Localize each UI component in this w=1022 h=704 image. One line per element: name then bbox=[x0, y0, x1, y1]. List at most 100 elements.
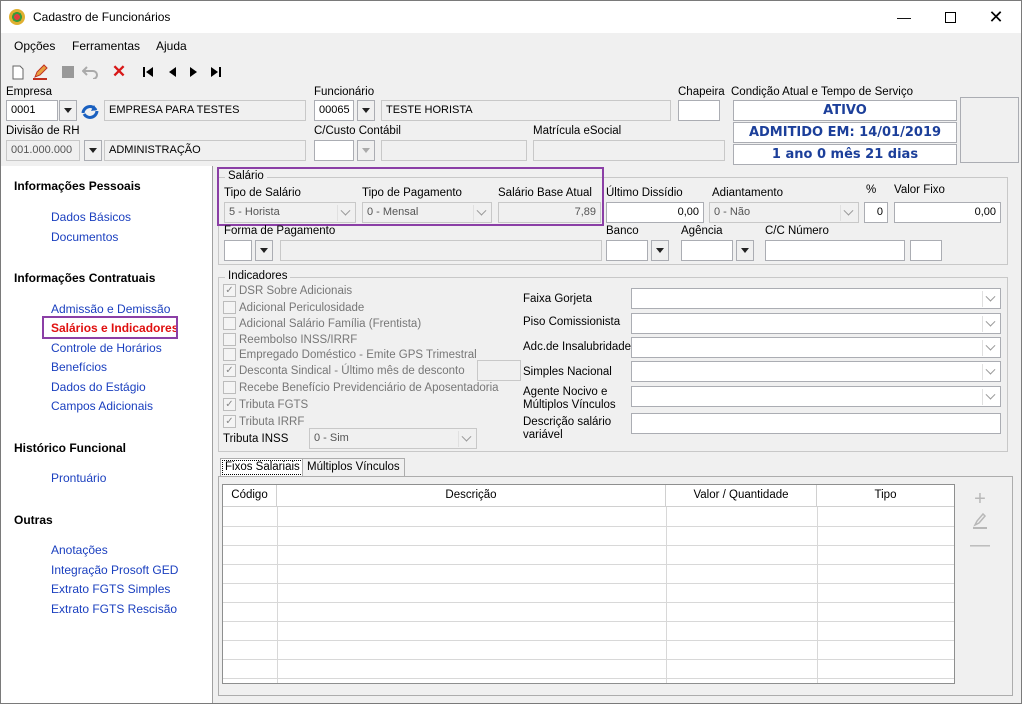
col-valor-quantidade[interactable]: Valor / Quantidade bbox=[666, 485, 817, 507]
cc-numero-field[interactable] bbox=[765, 240, 905, 261]
divisao-code-field[interactable]: 001.000.000 bbox=[6, 140, 80, 161]
checkbox-icon[interactable] bbox=[223, 333, 236, 346]
col-descricao[interactable]: Descrição bbox=[277, 485, 666, 507]
cc-digito-field[interactable] bbox=[910, 240, 942, 261]
refresh-icon[interactable] bbox=[79, 101, 101, 121]
indicador-check-0[interactable]: ✓ DSR Sobre Adicionais bbox=[223, 284, 352, 297]
indicador-check-7[interactable]: ✓ Tributa FGTS bbox=[223, 398, 308, 411]
indicador-check-2[interactable]: Adicional Salário Família (Frentista) bbox=[223, 317, 421, 330]
indicador-label: Reembolso INSS/IRRF bbox=[239, 333, 358, 346]
matricula-field bbox=[533, 140, 725, 161]
maximize-icon[interactable] bbox=[927, 1, 973, 33]
menu-bar: Opções Ferramentas Ajuda bbox=[0, 33, 1022, 59]
tipo-salario-select[interactable]: 5 - Horista bbox=[224, 202, 356, 223]
minimize-icon[interactable]: — bbox=[881, 1, 927, 33]
add-icon[interactable]: + bbox=[970, 488, 990, 511]
col-codigo[interactable]: Código bbox=[223, 485, 277, 507]
percent-field[interactable]: 0 bbox=[864, 202, 888, 223]
nav-beneficios[interactable]: Benefícios bbox=[51, 360, 107, 374]
menu-ajuda[interactable]: Ajuda bbox=[156, 39, 187, 53]
forma-pagamento-field[interactable] bbox=[224, 240, 252, 261]
piso-comissionista-select[interactable] bbox=[631, 313, 1001, 334]
remove-icon[interactable]: — bbox=[970, 534, 990, 557]
edit-icon[interactable] bbox=[31, 63, 49, 81]
descricao-variavel-field[interactable] bbox=[631, 413, 1001, 434]
empresa-dropdown[interactable] bbox=[59, 100, 77, 121]
indicador-check-3[interactable]: Reembolso INSS/IRRF bbox=[223, 333, 357, 346]
undo-icon[interactable] bbox=[81, 63, 99, 81]
nav-admissao-demissao[interactable]: Admissão e Demissão bbox=[51, 302, 170, 316]
nav-extrato-fgts-rescisao[interactable]: Extrato FGTS Rescisão bbox=[51, 602, 177, 616]
empresa-name-field: EMPRESA PARA TESTES bbox=[104, 100, 306, 121]
chevron-down-icon bbox=[473, 205, 489, 221]
save-icon[interactable] bbox=[59, 63, 77, 81]
nav-integracao-ged[interactable]: Integração Prosoft GED bbox=[51, 563, 178, 577]
salario-base-field[interactable]: 7,89 bbox=[498, 202, 601, 223]
indicador-check-6[interactable]: Recebe Benefício Previdenciário de Apose… bbox=[223, 381, 499, 394]
delete-icon[interactable]: ✕ bbox=[110, 62, 128, 81]
nav-prontuario[interactable]: Prontuário bbox=[51, 471, 106, 485]
checkbox-icon[interactable] bbox=[223, 317, 236, 330]
admitido-badge: ADMITIDO EM: 14/01/2019 bbox=[733, 122, 957, 143]
first-record-icon[interactable] bbox=[139, 63, 157, 81]
nav-anotacoes[interactable]: Anotações bbox=[51, 543, 108, 557]
grid-col-line bbox=[277, 507, 278, 683]
indicador-check-5[interactable]: ✓ Desconta Sindical - Último mês de desco… bbox=[223, 364, 465, 377]
forma-pagamento-dropdown[interactable] bbox=[255, 240, 273, 261]
checkbox-checked-icon[interactable]: ✓ bbox=[223, 364, 236, 377]
banco-field[interactable] bbox=[606, 240, 648, 261]
checkbox-icon[interactable] bbox=[223, 301, 236, 314]
funcionario-code-field[interactable]: 00065 bbox=[314, 100, 354, 121]
checkbox-checked-icon[interactable]: ✓ bbox=[223, 415, 236, 428]
nav-campos-adicionais[interactable]: Campos Adicionais bbox=[51, 399, 153, 413]
new-document-icon[interactable] bbox=[9, 63, 27, 81]
tipo-pagamento-select[interactable]: 0 - Mensal bbox=[362, 202, 492, 223]
fixos-salariais-grid[interactable]: Código Descrição Valor / Quantidade Tipo bbox=[222, 484, 955, 684]
ultimo-dissidio-field[interactable]: 0,00 bbox=[606, 202, 704, 223]
checkbox-checked-icon[interactable]: ✓ bbox=[223, 398, 236, 411]
indicador-check-1[interactable]: Adicional Periculosidade bbox=[223, 301, 364, 314]
close-icon[interactable]: ✕ bbox=[973, 1, 1019, 33]
insalubridade-select[interactable] bbox=[631, 337, 1001, 358]
checkbox-icon[interactable] bbox=[223, 348, 236, 361]
nav-controle-horarios[interactable]: Controle de Horários bbox=[51, 341, 162, 355]
checkbox-icon[interactable] bbox=[223, 381, 236, 394]
nav-documentos[interactable]: Documentos bbox=[51, 230, 118, 244]
agente-nocivo-select[interactable] bbox=[631, 386, 1001, 407]
indicadores-group-title: Indicadores bbox=[225, 270, 291, 282]
checkbox-checked-icon[interactable]: ✓ bbox=[223, 284, 236, 297]
insalubridade-label: Adc.de Insalubridade bbox=[523, 341, 632, 353]
adiantamento-select[interactable]: 0 - Não bbox=[709, 202, 859, 223]
faixa-gorjeta-select[interactable] bbox=[631, 288, 1001, 309]
indicador-check-4[interactable]: Empregado Doméstico - Emite GPS Trimestr… bbox=[223, 348, 477, 361]
nav-extrato-fgts-simples[interactable]: Extrato FGTS Simples bbox=[51, 582, 170, 596]
chapeira-field[interactable] bbox=[678, 100, 720, 121]
funcionario-dropdown[interactable] bbox=[357, 100, 375, 121]
menu-opcoes[interactable]: Opções bbox=[14, 39, 55, 53]
sindical-mes-field[interactable] bbox=[477, 360, 521, 381]
col-tipo[interactable]: Tipo bbox=[817, 485, 954, 507]
photo-frame[interactable] bbox=[960, 97, 1019, 163]
agencia-dropdown[interactable] bbox=[736, 240, 754, 261]
divisao-dropdown[interactable] bbox=[84, 140, 102, 161]
last-record-icon[interactable] bbox=[207, 63, 225, 81]
simples-nacional-select[interactable] bbox=[631, 361, 1001, 382]
nav-dados-estagio[interactable]: Dados do Estágio bbox=[51, 380, 146, 394]
edit-icon[interactable] bbox=[970, 512, 990, 536]
agencia-field[interactable] bbox=[681, 240, 733, 261]
window-title: Cadastro de Funcionários bbox=[33, 10, 171, 24]
banco-dropdown[interactable] bbox=[651, 240, 669, 261]
tab-fixos-salariais[interactable]: Fixos Salariais bbox=[220, 458, 305, 477]
tab-multiplos-vinculos[interactable]: Múltiplos Vínculos bbox=[302, 458, 405, 477]
indicador-check-8[interactable]: ✓ Tributa IRRF bbox=[223, 415, 304, 428]
custo-code-field[interactable] bbox=[314, 140, 354, 161]
next-record-icon[interactable] bbox=[185, 63, 203, 81]
previous-record-icon[interactable] bbox=[163, 63, 181, 81]
valor-fixo-field[interactable]: 0,00 bbox=[894, 202, 1001, 223]
menu-ferramentas[interactable]: Ferramentas bbox=[72, 39, 140, 53]
custo-dropdown[interactable] bbox=[357, 140, 375, 161]
matricula-label: Matrícula eSocial bbox=[533, 125, 622, 137]
nav-dados-basicos[interactable]: Dados Básicos bbox=[51, 210, 131, 224]
tributa-inss-select[interactable]: 0 - Sim bbox=[309, 428, 477, 449]
empresa-code-field[interactable]: 0001 bbox=[6, 100, 58, 121]
